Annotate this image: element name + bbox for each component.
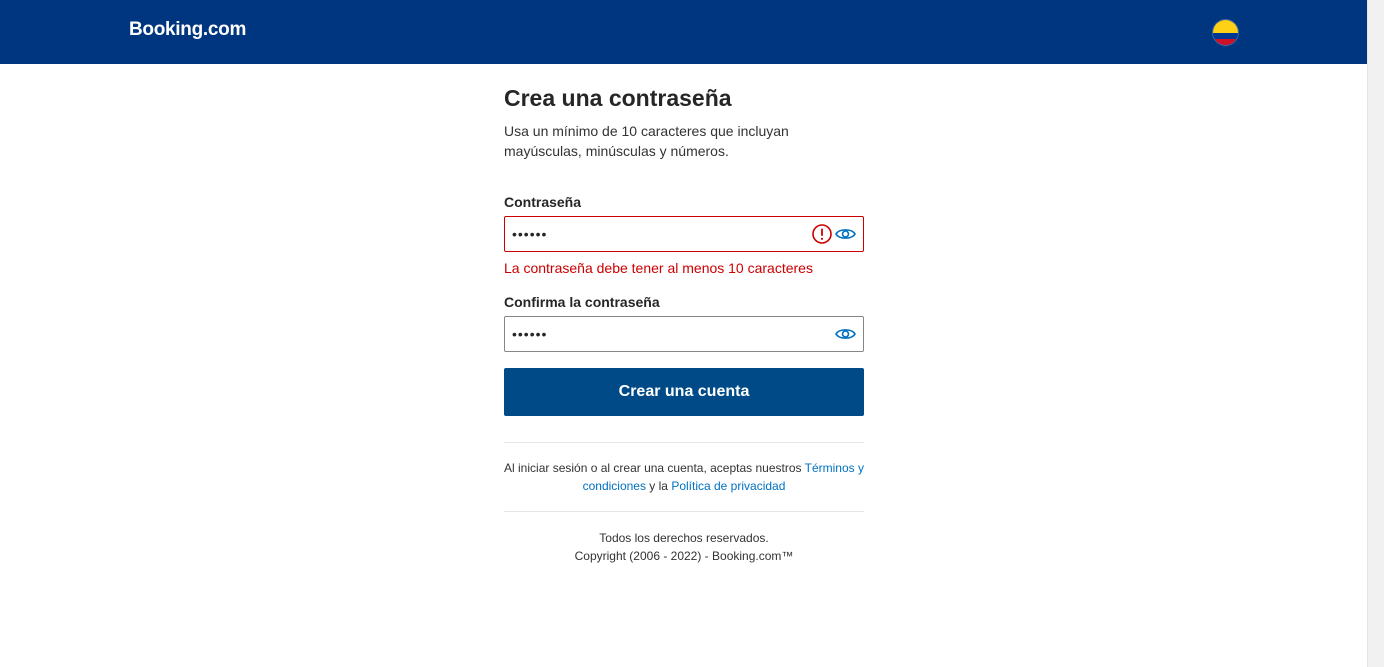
- eye-icon[interactable]: [835, 226, 856, 242]
- create-account-button[interactable]: Crear una cuenta: [504, 368, 864, 416]
- create-password-form: Crea una contraseña Usa un mínimo de 10 …: [504, 84, 864, 563]
- copyright-text: Copyright (2006 - 2022) - Booking.com™: [574, 549, 794, 563]
- booking-logo[interactable]: Booking.com: [129, 19, 246, 41]
- colombia-flag-icon[interactable]: [1213, 20, 1238, 45]
- page-title: Crea una contraseña: [504, 85, 732, 111]
- password-field[interactable]: [504, 216, 864, 252]
- privacy-policy-link[interactable]: Política de privacidad: [671, 479, 785, 493]
- footer: Todos los derechos reservados. Copyright…: [504, 529, 864, 565]
- legal-notice: Al iniciar sesión o al crear una cuenta,…: [504, 459, 864, 495]
- confirm-password-label: Confirma la contraseña: [504, 294, 660, 310]
- confirm-password-field[interactable]: [504, 316, 864, 352]
- password-error-message: La contraseña debe tener al menos 10 car…: [504, 260, 813, 276]
- password-label: Contraseña: [504, 194, 582, 210]
- eye-icon[interactable]: [835, 326, 856, 342]
- legal-middle-text: y la: [645, 479, 672, 493]
- vertical-scrollbar[interactable]: [1367, 0, 1384, 667]
- confirm-password-input[interactable]: [512, 317, 802, 351]
- password-requirements-text: Usa un mínimo de 10 caracteres que inclu…: [504, 123, 789, 159]
- divider: [504, 511, 864, 512]
- rights-text: Todos los derechos reservados.: [599, 531, 769, 545]
- password-input[interactable]: [512, 217, 802, 251]
- top-header: Booking.com: [0, 0, 1367, 64]
- page: Booking.com Crea una contraseña Usa un m…: [0, 0, 1367, 667]
- exclamation-circle-icon: [812, 224, 832, 244]
- divider: [504, 442, 864, 443]
- legal-prefix-text: Al iniciar sesión o al crear una cuenta,…: [504, 461, 805, 475]
